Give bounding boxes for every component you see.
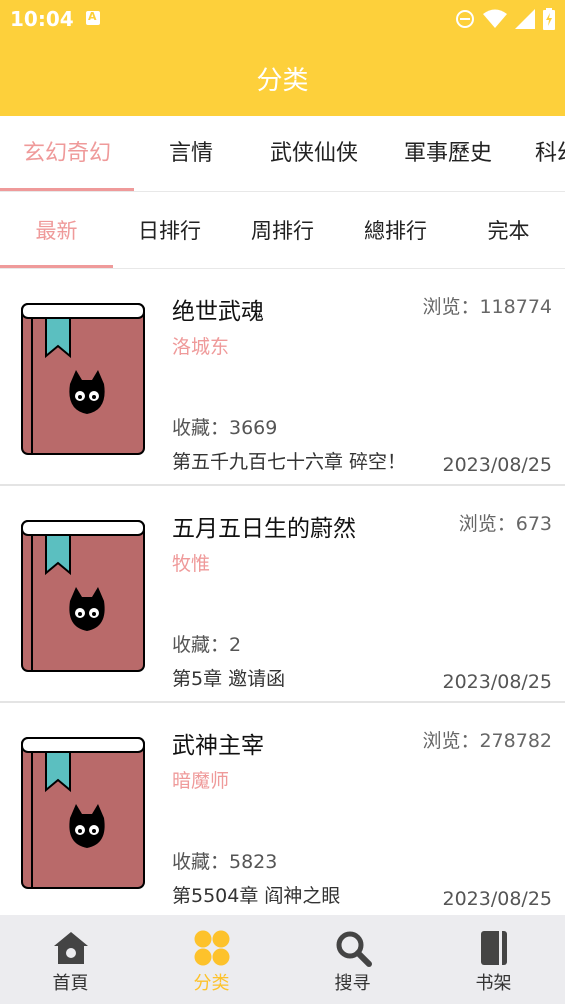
wifi-icon <box>483 9 507 28</box>
book-latest-chapter: 第5504章 阎神之眼 <box>172 885 341 907</box>
book-favorites: 收藏：2 <box>172 634 242 656</box>
book-date: 2023/08/25 <box>442 671 552 693</box>
book-date: 2023/08/25 <box>442 888 552 910</box>
book-date: 2023/08/25 <box>442 454 552 476</box>
book-favorites: 收藏：3669 <box>172 417 278 439</box>
notification-icon: A <box>86 10 100 25</box>
sort-tab-indicator <box>0 265 113 268</box>
status-bar: 10:04 A <box>0 0 565 38</box>
nav-home[interactable]: 首頁 <box>0 915 141 1004</box>
book-title: 五月五日生的蔚然 <box>172 516 356 542</box>
bookshelf-icon <box>481 931 507 965</box>
tab-sort-total[interactable]: 總排行 <box>339 193 452 269</box>
nav-search[interactable]: 搜寻 <box>282 915 423 1004</box>
tab-sort-daily[interactable]: 日排行 <box>113 193 226 269</box>
book-list-item[interactable]: 武神主宰 暗魔师 浏览：278782 收藏：5823 第5504章 阎神之眼 2… <box>0 704 565 915</box>
tab-category-romance[interactable]: 言情 <box>134 116 248 191</box>
book-cover-icon <box>21 520 145 672</box>
category-icon <box>194 930 230 966</box>
book-views: 浏览：118774 <box>422 296 552 318</box>
book-cover-icon <box>21 303 145 455</box>
category-tabs: 玄幻奇幻 言情 武侠仙侠 軍事歷史 科幻 <box>0 116 565 192</box>
tab-sort-completed[interactable]: 完本 <box>452 193 565 269</box>
tab-sort-weekly[interactable]: 周排行 <box>226 193 339 269</box>
book-author: 暗魔师 <box>172 770 230 792</box>
nav-bookshelf[interactable]: 书架 <box>423 915 564 1004</box>
book-list-item[interactable]: 绝世武魂 洛城东 浏览：118774 收藏：3669 第五千九百七十六章 碎空！… <box>0 270 565 486</box>
nav-home-label: 首頁 <box>52 973 89 994</box>
tab-sort-latest[interactable]: 最新 <box>0 193 113 269</box>
book-list-item[interactable]: 五月五日生的蔚然 牧惟 浏览：673 收藏：2 第5章 邀请函 2023/08/… <box>0 487 565 703</box>
sort-tabs: 最新 日排行 周排行 總排行 完本 <box>0 193 565 269</box>
tab-category-scifi[interactable]: 科幻 <box>535 116 565 191</box>
nav-search-label: 搜寻 <box>334 973 371 994</box>
bottom-nav: 首頁 分类 搜寻 书架 <box>0 915 565 1004</box>
book-views: 浏览：673 <box>458 513 552 535</box>
book-latest-chapter: 第五千九百七十六章 碎空！ <box>172 451 407 473</box>
book-latest-chapter: 第5章 邀请函 <box>172 668 286 690</box>
nav-category-label: 分类 <box>193 973 230 994</box>
page-title: 分类 <box>256 66 309 96</box>
tab-category-wuxia[interactable]: 武侠仙侠 <box>248 116 380 191</box>
nav-bookshelf-label: 书架 <box>475 973 512 994</box>
battery-icon <box>543 8 555 30</box>
book-title: 绝世武魂 <box>172 299 264 325</box>
book-list: 绝世武魂 洛城东 浏览：118774 收藏：3669 第五千九百七十六章 碎空！… <box>0 270 565 915</box>
book-title: 武神主宰 <box>172 733 264 759</box>
category-tab-indicator <box>0 188 134 191</box>
status-time: 10:04 <box>10 7 74 31</box>
search-icon <box>336 931 372 967</box>
app-bar: 分类 <box>0 38 565 116</box>
book-favorites: 收藏：5823 <box>172 851 278 873</box>
dnd-icon <box>456 10 474 28</box>
book-author: 牧惟 <box>172 553 211 575</box>
status-icons <box>455 8 555 30</box>
home-icon <box>54 932 88 964</box>
signal-icon <box>515 9 535 29</box>
book-views: 浏览：278782 <box>422 730 552 752</box>
book-cover-icon <box>21 737 145 889</box>
tab-category-military[interactable]: 軍事歷史 <box>380 116 516 191</box>
book-author: 洛城东 <box>172 336 230 358</box>
tab-category-xuanhuan[interactable]: 玄幻奇幻 <box>0 116 134 191</box>
nav-category[interactable]: 分类 <box>141 915 282 1004</box>
